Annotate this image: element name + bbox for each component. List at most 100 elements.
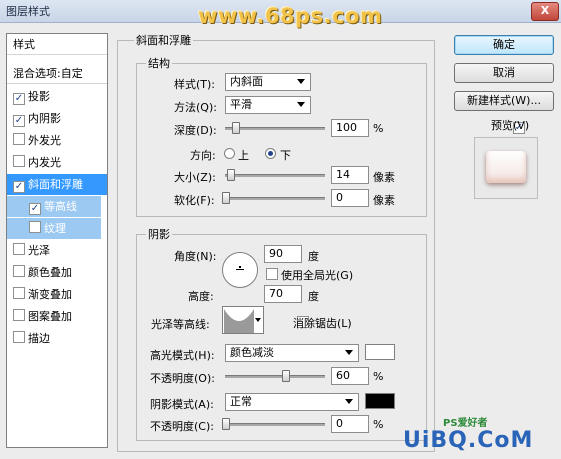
size-slider-track[interactable]: [225, 174, 325, 177]
highlight-opacity-thumb[interactable]: [282, 370, 290, 382]
chevron-down-icon: [297, 102, 305, 107]
direction-up-radio[interactable]: [224, 148, 235, 159]
effect-item-7[interactable]: 纹理: [7, 218, 101, 239]
depth-slider-track[interactable]: [225, 127, 325, 130]
soften-label: 软化(F):: [174, 194, 215, 207]
effect-item-9[interactable]: 颜色叠加: [7, 262, 107, 283]
global-light-checkbox[interactable]: [266, 268, 278, 280]
direction-down-radio[interactable]: [265, 148, 276, 159]
effect-item-1[interactable]: ✓ 投影: [7, 86, 107, 107]
altitude-unit: 度: [308, 290, 319, 303]
shadow-color-swatch[interactable]: [365, 393, 395, 409]
direction-up-label: 上: [238, 149, 249, 162]
effect-checkbox[interactable]: [13, 243, 25, 255]
effect-label: 内阴影: [28, 112, 61, 125]
soften-unit: 像素: [373, 194, 395, 207]
logo-brand: UiBQ.CoM: [403, 428, 534, 453]
effect-checkbox[interactable]: ✓: [13, 181, 25, 193]
angle-input[interactable]: 90: [264, 245, 302, 263]
highlight-mode-value: 颜色减淡: [230, 346, 274, 359]
highlight-color-swatch[interactable]: [365, 344, 395, 360]
altitude-input[interactable]: 70: [264, 285, 302, 303]
depth-label: 深度(D):: [174, 124, 217, 137]
ok-button[interactable]: 确定: [454, 35, 554, 55]
shadow-opacity-unit: %: [373, 418, 384, 431]
direction-label: 方向:: [190, 149, 216, 162]
soften-slider-track[interactable]: [225, 197, 325, 200]
size-input[interactable]: 14: [331, 166, 369, 184]
depth-input[interactable]: 100: [331, 119, 369, 137]
highlight-opacity-unit: %: [373, 370, 384, 383]
size-slider-thumb[interactable]: [227, 169, 235, 181]
styles-list: 样式 混合选项:自定 ✓ 投影 ✓ 内阴影 外发光 内发光 ✓ 斜面和浮雕 ✓ 等高线 纹理 光泽 颜色…: [6, 33, 108, 448]
effect-item-8[interactable]: 光泽: [7, 240, 107, 261]
effect-item-11[interactable]: 图案叠加: [7, 306, 107, 327]
effect-item-10[interactable]: 渐变叠加: [7, 284, 107, 305]
effect-label: 光泽: [28, 244, 50, 257]
blend-options-item[interactable]: 混合选项:自定: [7, 63, 107, 84]
direction-down-label: 下: [280, 149, 291, 162]
effect-label: 等高线: [44, 200, 77, 213]
chevron-down-icon: [297, 79, 305, 84]
highlight-opacity-input[interactable]: 60: [331, 367, 369, 385]
bevel-section-title: 斜面和浮雕: [134, 32, 193, 48]
gloss-contour-picker[interactable]: [222, 306, 264, 334]
effect-label: 外发光: [28, 134, 61, 147]
effect-checkbox[interactable]: [13, 133, 25, 145]
effect-checkbox[interactable]: [13, 265, 25, 277]
effect-checkbox[interactable]: ✓: [13, 115, 25, 127]
styles-header[interactable]: 样式: [7, 34, 107, 55]
angle-dial[interactable]: [222, 252, 258, 288]
depth-slider-thumb[interactable]: [232, 122, 240, 134]
effect-checkbox[interactable]: [13, 331, 25, 343]
effect-label: 图案叠加: [28, 310, 72, 323]
shadow-opacity-input[interactable]: 0: [331, 415, 369, 433]
global-light-label: 使用全局光(G): [281, 269, 354, 282]
effect-item-3[interactable]: 外发光: [7, 130, 107, 151]
gloss-contour-label: 光泽等高线:: [151, 318, 210, 331]
effect-checkbox[interactable]: [13, 309, 25, 321]
depth-unit: %: [373, 122, 384, 135]
new-style-button[interactable]: 新建样式(W)...: [454, 91, 554, 111]
cancel-button[interactable]: 取消: [454, 63, 554, 83]
preview-shape: [486, 151, 526, 183]
angle-label: 角度(N):: [174, 250, 217, 263]
radio-dot: [268, 151, 273, 156]
technique-label: 方法(Q):: [174, 101, 217, 114]
style-label: 样式(T):: [174, 78, 216, 91]
effect-checkbox[interactable]: ✓: [13, 93, 25, 105]
highlight-mode-select[interactable]: 颜色减淡: [225, 344, 359, 362]
shadow-opacity-thumb[interactable]: [222, 418, 230, 430]
angle-dial-pointer: [239, 266, 241, 268]
shadow-mode-select[interactable]: 正常: [225, 393, 359, 411]
chevron-down-icon: [345, 350, 353, 355]
effect-item-12[interactable]: 描边: [7, 328, 107, 349]
highlight-opacity-track[interactable]: [225, 375, 325, 378]
effect-checkbox[interactable]: [29, 221, 41, 233]
highlight-opacity-label: 不透明度(O):: [150, 372, 215, 385]
structure-title: 结构: [146, 55, 172, 71]
shadow-opacity-label: 不透明度(C):: [150, 420, 214, 433]
effect-item-5[interactable]: ✓ 斜面和浮雕: [7, 174, 107, 195]
anti-alias-label: 消除锯齿(L): [293, 317, 352, 330]
shadow-mode-label: 阴影模式(A):: [150, 398, 214, 411]
effect-item-6[interactable]: ✓ 等高线: [7, 196, 101, 217]
shadow-opacity-track[interactable]: [225, 423, 325, 426]
style-select[interactable]: 内斜面: [225, 73, 311, 91]
close-button[interactable]: X: [531, 2, 559, 21]
effect-checkbox[interactable]: [13, 287, 25, 299]
soften-slider-thumb[interactable]: [222, 192, 230, 204]
effect-checkbox[interactable]: [13, 155, 25, 167]
size-unit: 像素: [373, 171, 395, 184]
technique-select-value: 平滑: [230, 98, 252, 111]
technique-select[interactable]: 平滑: [225, 96, 311, 114]
effect-item-2[interactable]: ✓ 内阴影: [7, 108, 107, 129]
effect-label: 描边: [28, 332, 50, 345]
chevron-down-icon: [345, 399, 353, 404]
effect-label: 斜面和浮雕: [28, 178, 83, 191]
effect-label: 纹理: [44, 222, 66, 235]
style-preview-swatch: [474, 137, 538, 199]
effect-item-4[interactable]: 内发光: [7, 152, 107, 173]
soften-input[interactable]: 0: [331, 189, 369, 207]
effect-checkbox[interactable]: ✓: [29, 203, 41, 215]
